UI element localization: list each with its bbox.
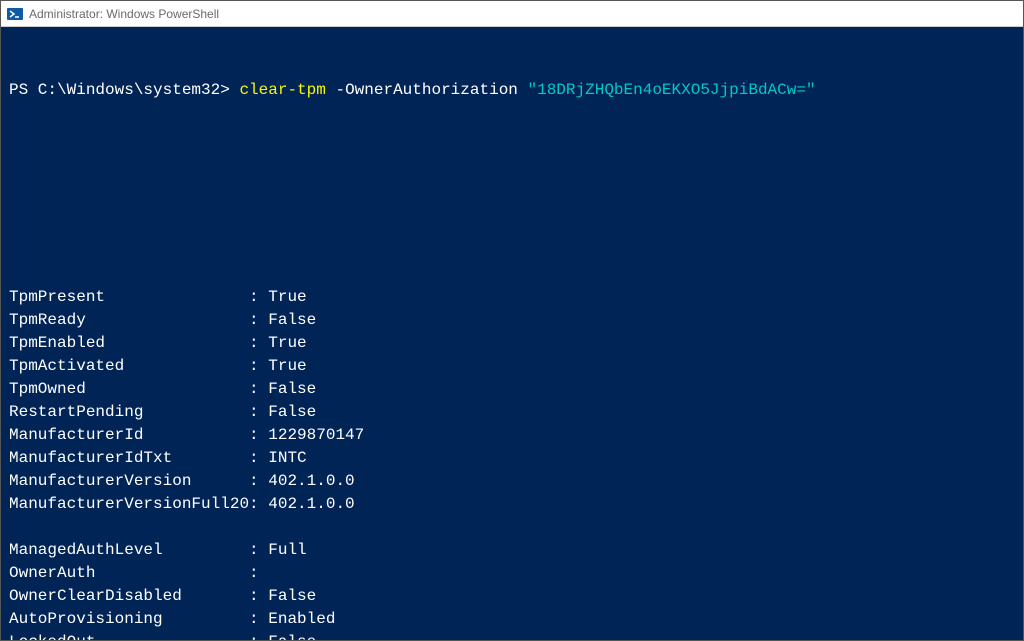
output-line: ManufacturerVersionFull20: 402.1.0.0 xyxy=(9,493,1015,516)
blank-line xyxy=(9,148,1015,171)
output-line: LockedOut : False xyxy=(9,631,1015,640)
output-line: RestartPending : False xyxy=(9,401,1015,424)
output-line: TpmPresent : True xyxy=(9,286,1015,309)
output-line: ManagedAuthLevel : Full xyxy=(9,539,1015,562)
output-line: TpmReady : False xyxy=(9,309,1015,332)
prompt-param: -OwnerAuthorization xyxy=(326,81,528,99)
output-line: TpmOwned : False xyxy=(9,378,1015,401)
titlebar[interactable]: Administrator: Windows PowerShell xyxy=(1,1,1023,27)
terminal-output[interactable]: PS C:\Windows\system32> clear-tpm -Owner… xyxy=(1,27,1023,640)
prompt-prefix: PS C:\Windows\system32> xyxy=(9,81,239,99)
blank-line xyxy=(9,217,1015,240)
output-line: ManufacturerId : 1229870147 xyxy=(9,424,1015,447)
powershell-icon xyxy=(7,6,23,22)
powershell-window: Administrator: Windows PowerShell PS C:\… xyxy=(0,0,1024,641)
output-block: TpmPresent : TrueTpmReady : FalseTpmEnab… xyxy=(9,286,1015,640)
output-line: TpmActivated : True xyxy=(9,355,1015,378)
window-title: Administrator: Windows PowerShell xyxy=(29,7,219,21)
output-line: ManufacturerIdTxt : INTC xyxy=(9,447,1015,470)
output-line: TpmEnabled : True xyxy=(9,332,1015,355)
prompt-cmdlet: clear-tpm xyxy=(239,81,325,99)
output-line: OwnerAuth : xyxy=(9,562,1015,585)
output-line: OwnerClearDisabled : False xyxy=(9,585,1015,608)
command-line: PS C:\Windows\system32> clear-tpm -Owner… xyxy=(9,79,1015,102)
blank-line xyxy=(9,516,1015,539)
output-line: ManufacturerVersion : 402.1.0.0 xyxy=(9,470,1015,493)
output-line: AutoProvisioning : Enabled xyxy=(9,608,1015,631)
prompt-arg: "18DRjZHQbEn4oEKXO5JjpiBdACw=" xyxy=(528,81,816,99)
